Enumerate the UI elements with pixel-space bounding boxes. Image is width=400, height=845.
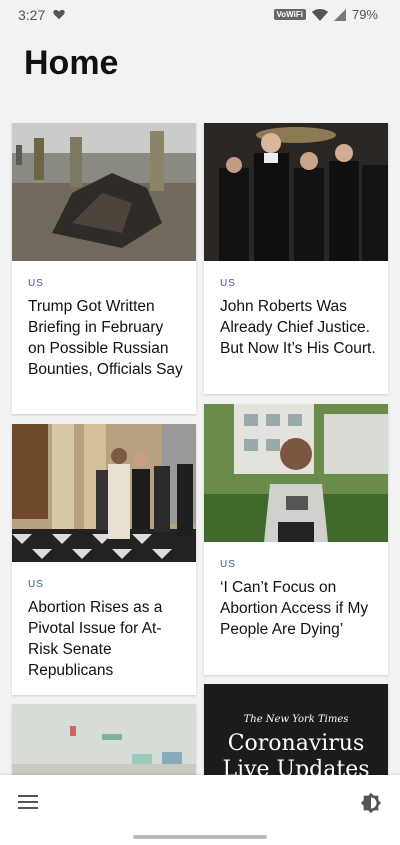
article-card-4[interactable]: US ‘I Can’t Focus on Abortion Access if …	[204, 404, 388, 675]
brightness-icon[interactable]	[360, 792, 382, 814]
section-label: US	[220, 278, 236, 289]
status-right: VoWiFi 79%	[273, 7, 378, 22]
article-headline[interactable]: Abortion Rises as a Pivotal Issue for At…	[28, 597, 184, 681]
section-label: US	[28, 278, 44, 289]
bottom-bar	[0, 775, 400, 845]
article-image	[204, 123, 388, 261]
article-card-3[interactable]: US Abortion Rises as a Pivotal Issue for…	[12, 424, 196, 695]
signal-icon	[333, 8, 346, 21]
article-headline[interactable]: Trump Got Written Briefing in February o…	[28, 296, 184, 380]
page-title: Home	[24, 44, 119, 82]
article-image	[204, 404, 388, 542]
article-image	[12, 424, 196, 562]
status-bar: 3:27 VoWiFi 79%	[0, 0, 400, 32]
live-updates-card[interactable]: The New York Times Coronavirus Live Upda…	[204, 684, 388, 775]
article-card-5[interactable]	[12, 704, 196, 775]
status-time: 3:27	[18, 7, 46, 23]
home-indicator[interactable]	[133, 835, 267, 839]
nyt-logo: The New York Times	[243, 714, 349, 725]
vowifi-badge: VoWiFi	[273, 9, 306, 20]
menu-icon[interactable]	[18, 795, 38, 809]
heart-icon	[53, 9, 65, 20]
article-image	[12, 704, 196, 775]
article-image	[12, 123, 196, 261]
section-label: US	[28, 579, 44, 590]
section-label: US	[220, 559, 236, 570]
article-headline[interactable]: ‘I Can’t Focus on Abortion Access if My …	[220, 577, 376, 640]
battery-level: 79%	[351, 7, 378, 22]
promo-headline[interactable]: Coronavirus Live Updates	[204, 731, 388, 775]
article-card-2[interactable]: US John Roberts Was Already Chief Justic…	[204, 123, 388, 394]
article-headline[interactable]: John Roberts Was Already Chief Justice. …	[220, 296, 376, 359]
wifi-icon	[311, 8, 328, 21]
article-card-1[interactable]: US Trump Got Written Briefing in Februar…	[12, 123, 196, 414]
